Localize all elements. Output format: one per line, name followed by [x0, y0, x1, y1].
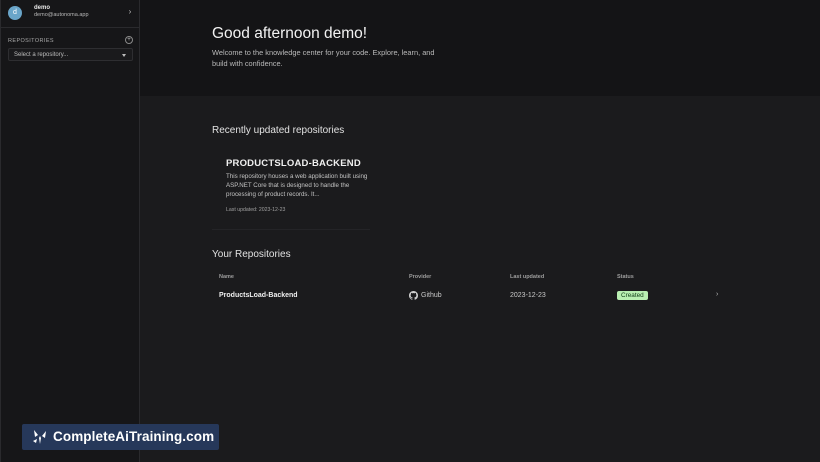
greeting-title: Good afternoon demo! [212, 25, 368, 42]
repository-provider: Github [421, 292, 442, 299]
watermark-text: CompleteAiTraining.com [53, 429, 215, 444]
user-email: demo@autonoma.app [34, 12, 89, 18]
greeting-subtext: Welcome to the knowledge center for your… [212, 48, 435, 68]
repository-select[interactable]: Select a repository... [8, 48, 133, 61]
app-root: d demo demo@autonoma.app › REPOSITORIES … [0, 0, 820, 462]
recent-repository-card[interactable]: PRODUCTSLOAD-BACKEND This repository hou… [212, 146, 370, 230]
recent-repositories-title: Recently updated repositories [212, 125, 345, 136]
your-repositories-title: Your Repositories [212, 249, 291, 260]
chevron-right-icon[interactable]: › [126, 8, 134, 16]
column-header-name: Name [219, 274, 234, 280]
card-description: This repository houses a web application… [226, 173, 368, 198]
card-title: PRODUCTSLOAD-BACKEND [226, 158, 361, 169]
repository-name[interactable]: ProductsLoad-Backend [219, 292, 298, 299]
github-icon [409, 291, 418, 300]
repository-last-updated: 2023-12-23 [510, 292, 546, 299]
add-repository-icon[interactable]: + [125, 36, 133, 44]
watermark-banner: CompleteAiTraining.com [22, 424, 219, 450]
user-name: demo [34, 5, 51, 11]
column-header-status: Status [617, 274, 634, 280]
repository-select-placeholder: Select a repository... [14, 52, 69, 58]
status-badge: Created [617, 291, 648, 300]
column-header-provider: Provider [409, 274, 432, 280]
hero-banner: Good afternoon demo! Welcome to the know… [140, 0, 820, 96]
table-row[interactable]: ProductsLoad-Backend Github 2023-12-23 C… [212, 286, 732, 306]
sparkle-logo-icon [33, 430, 46, 444]
card-last-updated: Last updated: 2023-12-23 [226, 207, 286, 213]
sidebar: d demo demo@autonoma.app › REPOSITORIES … [0, 0, 140, 462]
caret-down-icon [122, 54, 126, 57]
repositories-label: REPOSITORIES [8, 38, 54, 44]
chevron-right-icon[interactable]: › [716, 291, 718, 298]
user-profile[interactable]: d demo demo@autonoma.app › [1, 0, 140, 28]
avatar: d [8, 6, 22, 20]
column-header-last-updated: Last updated [510, 274, 545, 280]
